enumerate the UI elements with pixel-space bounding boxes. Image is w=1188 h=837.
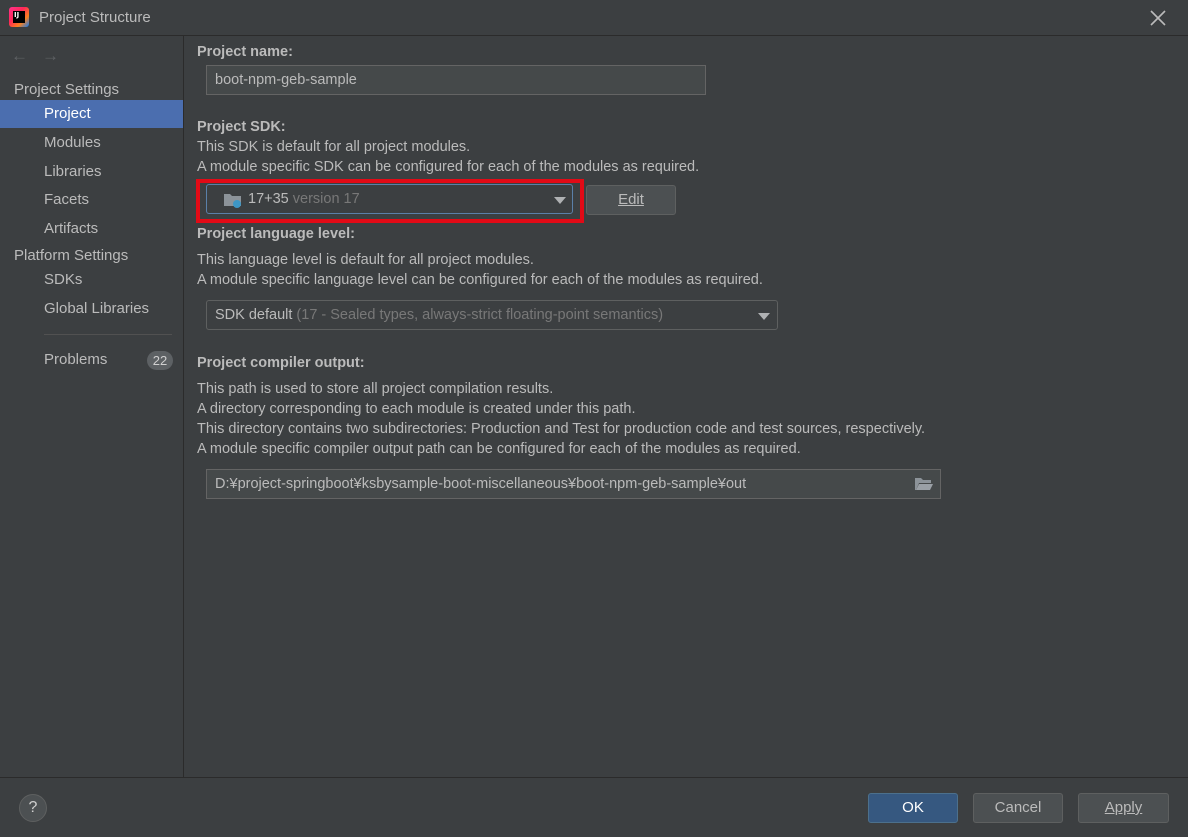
project-sdk-dropdown[interactable]: 17+35 version 17 <box>206 184 573 214</box>
forward-arrow-icon[interactable]: → <box>42 46 59 66</box>
language-level-name: SDK default <box>215 307 293 323</box>
sidebar-divider <box>44 334 172 335</box>
sidebar-item-problems[interactable]: Problems 22 <box>0 346 183 374</box>
project-settings-panel: Project name: Project SDK: This SDK is d… <box>185 36 1188 777</box>
chevron-down-icon <box>554 197 566 204</box>
sdk-selected-value: 17+35 version 17 <box>248 191 360 207</box>
sidebar: ← → Project Settings Project Modules Lib… <box>0 36 184 777</box>
group-platform-settings: Platform Settings <box>14 247 129 264</box>
sdk-version-hint: version 17 <box>292 191 360 207</box>
title-bar: IJ Project Structure <box>0 0 1188 36</box>
language-description-2: A module specific language level can be … <box>197 272 763 288</box>
output-description-4: A module specific compiler output path c… <box>197 441 801 457</box>
project-sdk-label: Project SDK: <box>197 119 286 135</box>
back-arrow-icon[interactable]: ← <box>11 46 28 66</box>
folder-sdk-icon <box>224 194 241 208</box>
project-name-label: Project name: <box>197 44 293 60</box>
help-button[interactable]: ? <box>19 794 47 822</box>
project-name-input[interactable] <box>206 65 706 95</box>
sidebar-item-global-libraries[interactable]: Global Libraries <box>0 295 183 323</box>
sidebar-item-sdks[interactable]: SDKs <box>0 266 183 294</box>
output-description-1: This path is used to store all project c… <box>197 381 554 397</box>
output-description-3: This directory contains two subdirectori… <box>197 421 926 437</box>
problems-count-badge: 22 <box>147 351 173 370</box>
sidebar-item-project[interactable]: Project <box>0 100 183 128</box>
apply-button[interactable]: Apply <box>1078 793 1169 823</box>
folder-browse-icon[interactable] <box>914 475 934 493</box>
language-level-label: Project language level: <box>197 226 355 242</box>
language-level-dropdown[interactable]: SDK default (17 - Sealed types, always-s… <box>206 300 778 330</box>
ok-button[interactable]: OK <box>868 793 958 823</box>
window-title: Project Structure <box>39 9 151 26</box>
close-icon[interactable] <box>1148 8 1168 28</box>
language-level-value: SDK default (17 - Sealed types, always-s… <box>215 307 663 323</box>
sdk-name: 17+35 <box>248 191 289 207</box>
sdk-description-1: This SDK is default for all project modu… <box>197 139 471 155</box>
chevron-down-icon <box>758 313 770 320</box>
compiler-output-label: Project compiler output: <box>197 355 365 371</box>
sidebar-item-modules[interactable]: Modules <box>0 129 183 157</box>
problems-label: Problems <box>44 351 108 368</box>
sidebar-item-facets[interactable]: Facets <box>0 186 183 214</box>
output-description-2: A directory corresponding to each module… <box>197 401 636 417</box>
cancel-button[interactable]: Cancel <box>973 793 1063 823</box>
sdk-description-2: A module specific SDK can be configured … <box>197 159 700 175</box>
group-project-settings: Project Settings <box>14 81 120 98</box>
compiler-output-path-input[interactable] <box>206 469 941 499</box>
language-level-hint: (17 - Sealed types, always-strict floati… <box>296 307 664 323</box>
sidebar-item-artifacts[interactable]: Artifacts <box>0 215 183 243</box>
edit-sdk-button[interactable]: Edit <box>586 185 676 215</box>
language-description-1: This language level is default for all p… <box>197 252 534 268</box>
sidebar-item-libraries[interactable]: Libraries <box>0 158 183 186</box>
intellij-idea-icon: IJ <box>9 7 29 27</box>
dialog-footer: ? OK Cancel Apply <box>0 777 1188 837</box>
